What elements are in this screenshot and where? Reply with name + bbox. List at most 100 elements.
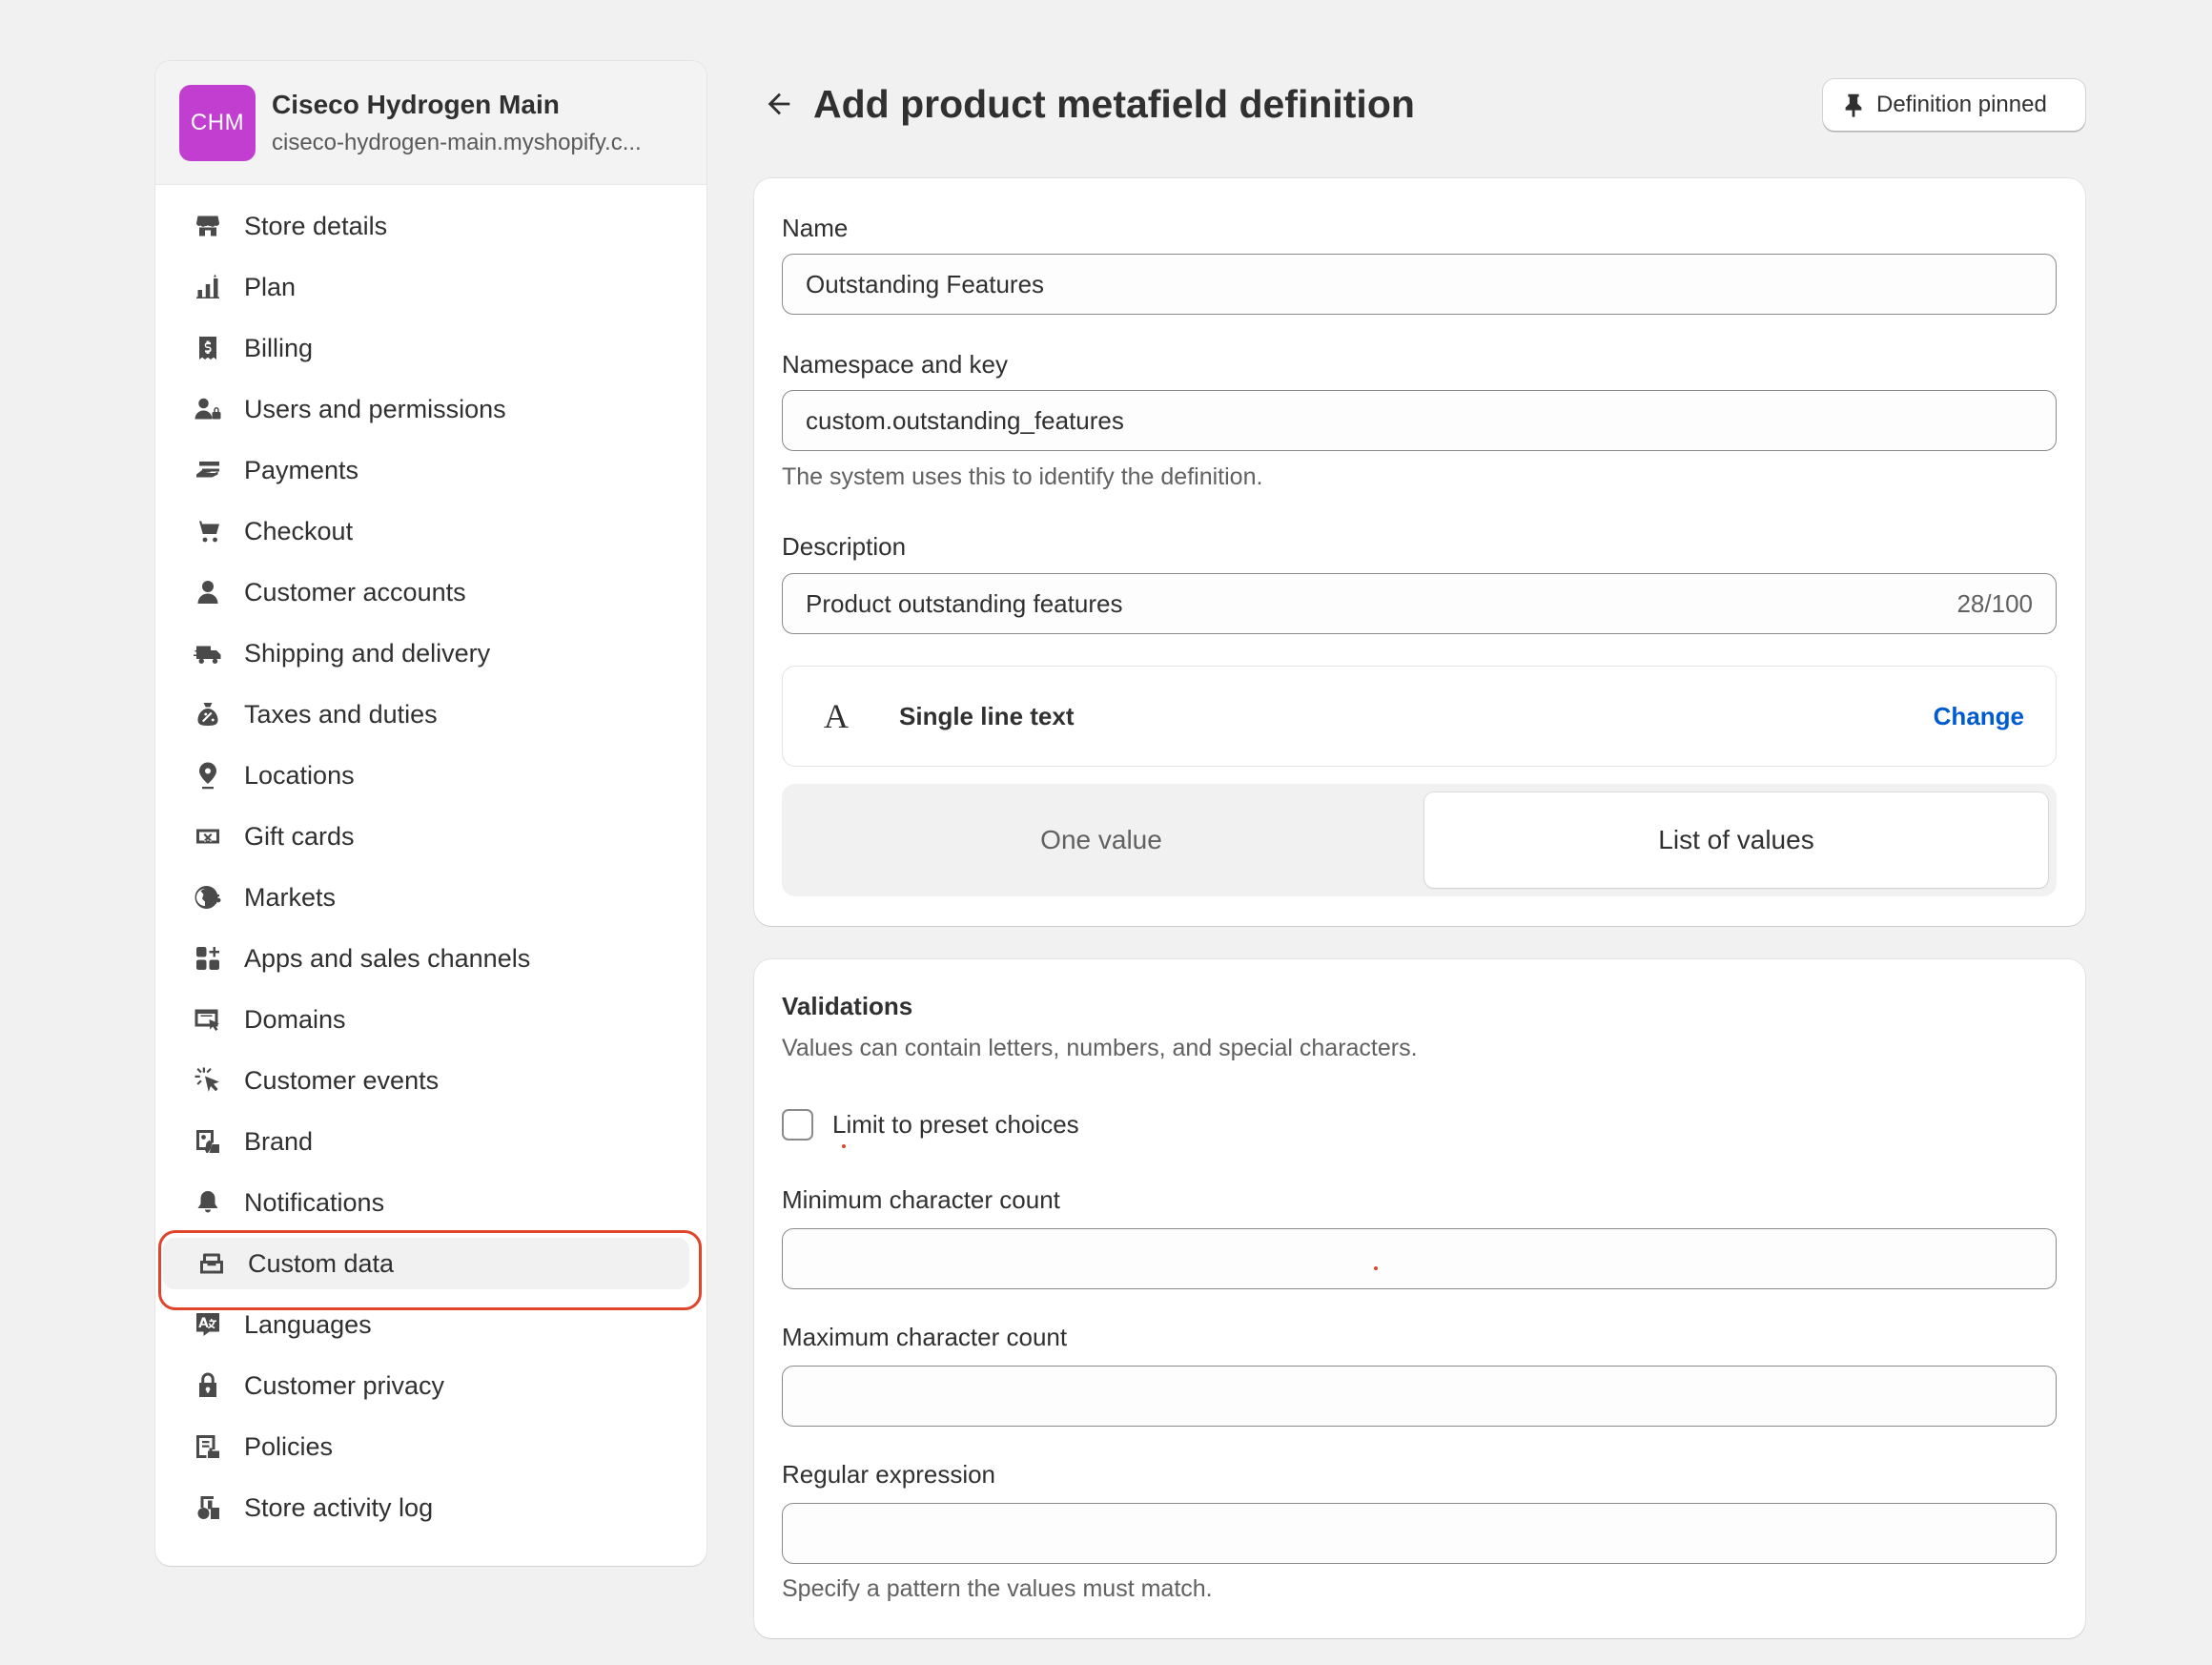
change-type-link[interactable]: Change xyxy=(1934,702,2024,731)
settings-page: CHM Ciseco Hydrogen Main ciseco-hydrogen… xyxy=(0,0,2212,1665)
policies-icon xyxy=(192,1430,224,1463)
limit-checkbox[interactable] xyxy=(782,1109,813,1141)
sidebar-item-label: Custom data xyxy=(248,1248,395,1278)
marker-dot xyxy=(1374,1266,1378,1270)
store-icon xyxy=(192,210,224,242)
sidebar-item-custom-data[interactable]: Custom data xyxy=(163,1238,689,1289)
sidebar-item-label: Store details xyxy=(244,211,388,240)
sidebar-item-users[interactable]: Users and permissions xyxy=(159,383,693,435)
sidebar-item-label: Markets xyxy=(244,882,337,912)
type-label: Single line text xyxy=(899,701,1075,730)
sidebar-item-label: Customer accounts xyxy=(244,577,466,606)
validations-subtitle: Values can contain letters, numbers, and… xyxy=(782,1035,1418,1061)
validations-title: Validations xyxy=(782,992,913,1020)
min-count-label: Minimum character count xyxy=(782,1185,1060,1214)
text-type-icon: A xyxy=(824,697,849,735)
languages-icon xyxy=(192,1308,224,1341)
marker-dot xyxy=(842,1144,846,1148)
sidebar-item-store-activity-log[interactable]: Store activity log xyxy=(159,1482,693,1533)
sidebar-item-label: Locations xyxy=(244,760,355,790)
sidebar-item-shipping[interactable]: Shipping and delivery xyxy=(159,627,693,679)
sidebar-item-brand[interactable]: Brand xyxy=(159,1116,693,1167)
sidebar-item-apps[interactable]: Apps and sales channels xyxy=(159,933,693,984)
list-of-values-option[interactable]: List of values xyxy=(1424,792,2048,888)
value-count-toggle: One value List of values xyxy=(782,784,2057,896)
sidebar-item-markets[interactable]: Markets xyxy=(159,872,693,923)
store-name: Ciseco Hydrogen Main xyxy=(272,89,560,119)
store-avatar: CHM xyxy=(179,84,256,161)
brand-icon xyxy=(192,1125,224,1158)
back-arrow-icon[interactable] xyxy=(763,88,795,120)
billing-icon xyxy=(192,332,224,364)
bell-icon xyxy=(192,1186,224,1219)
sidebar-item-domains[interactable]: Domains xyxy=(159,994,693,1045)
namespace-key-input[interactable]: custom.outstanding_features xyxy=(782,390,2057,451)
domains-icon xyxy=(192,1003,224,1036)
sidebar-item-taxes[interactable]: Taxes and duties xyxy=(159,689,693,740)
cart-icon xyxy=(192,515,224,547)
sidebar-item-store-details[interactable]: Store details xyxy=(159,200,693,252)
plan-icon xyxy=(192,271,224,303)
max-character-count-input[interactable] xyxy=(782,1366,2057,1427)
namespace-help-text: The system uses this to identify the def… xyxy=(782,463,1263,490)
sidebar-item-label: Brand xyxy=(244,1126,314,1156)
person-icon xyxy=(192,576,224,608)
store-domain: ciseco-hydrogen-main.myshopify.c... xyxy=(272,129,642,155)
one-value-option[interactable]: One value xyxy=(782,784,1421,896)
max-count-label: Maximum character count xyxy=(782,1323,1068,1351)
sidebar-item-label: Domains xyxy=(244,1004,346,1034)
pin-button-label: Definition pinned xyxy=(1876,92,2047,117)
activity-icon xyxy=(192,1491,224,1524)
custom-data-icon xyxy=(195,1247,228,1280)
definition-pinned-button[interactable]: Definition pinned xyxy=(1823,79,2085,131)
character-counter: 28/100 xyxy=(1956,588,2033,618)
description-input[interactable]: Product outstanding features 28/100 xyxy=(782,573,2057,634)
sidebar-item-label: Customer privacy xyxy=(244,1370,445,1400)
sidebar-item-label: Checkout xyxy=(244,516,354,545)
limit-to-preset-choices[interactable]: Limit to preset choices xyxy=(782,1109,1079,1141)
sidebar-item-label: Languages xyxy=(244,1309,372,1339)
sidebar-item-customer-privacy[interactable]: Customer privacy xyxy=(159,1360,693,1411)
namespace-input-value: custom.outstanding_features xyxy=(806,405,1124,435)
name-label: Name xyxy=(782,214,849,242)
store-header[interactable]: CHM Ciseco Hydrogen Main ciseco-hydrogen… xyxy=(155,61,707,185)
lock-icon xyxy=(192,1369,224,1402)
sidebar-item-label: Taxes and duties xyxy=(244,699,438,729)
name-input[interactable]: Outstanding Features xyxy=(782,254,2057,315)
sidebar-item-plan[interactable]: Plan xyxy=(159,261,693,313)
description-label: Description xyxy=(782,532,907,561)
sidebar-item-label: Store activity log xyxy=(244,1492,434,1522)
description-input-value: Product outstanding features xyxy=(806,588,1123,618)
regular-expression-input[interactable] xyxy=(782,1503,2057,1564)
users-icon xyxy=(192,393,224,425)
store-info: Ciseco Hydrogen Main ciseco-hydrogen-mai… xyxy=(272,90,691,156)
namespace-label: Namespace and key xyxy=(782,350,1009,379)
definition-card: Name Outstanding Features Namespace and … xyxy=(754,178,2085,926)
sidebar-item-label: Shipping and delivery xyxy=(244,638,491,668)
sidebar-item-locations[interactable]: Locations xyxy=(159,750,693,801)
tax-icon xyxy=(192,698,224,730)
sidebar-item-checkout[interactable]: Checkout xyxy=(159,505,693,557)
payments-icon xyxy=(192,454,224,486)
sidebar-item-billing[interactable]: Billing xyxy=(159,322,693,374)
pin-icon xyxy=(1845,93,1862,117)
sidebar-item-label: Billing xyxy=(244,333,314,362)
sidebar-item-label: Gift cards xyxy=(244,821,355,851)
sidebar-item-notifications[interactable]: Notifications xyxy=(159,1177,693,1228)
sidebar-item-label: Customer events xyxy=(244,1065,440,1095)
validations-card: Validations Values can contain letters, … xyxy=(754,959,2085,1638)
sidebar-item-label: Plan xyxy=(244,272,297,301)
location-icon xyxy=(192,759,224,791)
sidebar-item-languages[interactable]: Languages xyxy=(159,1299,693,1350)
sidebar-item-label: Policies xyxy=(244,1431,334,1461)
type-selector: A Single line text Change xyxy=(782,666,2057,767)
sidebar-item-customer-accounts[interactable]: Customer accounts xyxy=(159,566,693,618)
truck-icon xyxy=(192,637,224,669)
sidebar-item-customer-events[interactable]: Customer events xyxy=(159,1055,693,1106)
sidebar-item-label: Payments xyxy=(244,455,359,484)
min-character-count-input[interactable] xyxy=(782,1228,2057,1289)
sidebar-item-payments[interactable]: Payments xyxy=(159,444,693,496)
sidebar-item-gift-cards[interactable]: Gift cards xyxy=(159,811,693,862)
sidebar-item-policies[interactable]: Policies xyxy=(159,1421,693,1472)
regex-help-text: Specify a pattern the values must match. xyxy=(782,1575,1213,1602)
